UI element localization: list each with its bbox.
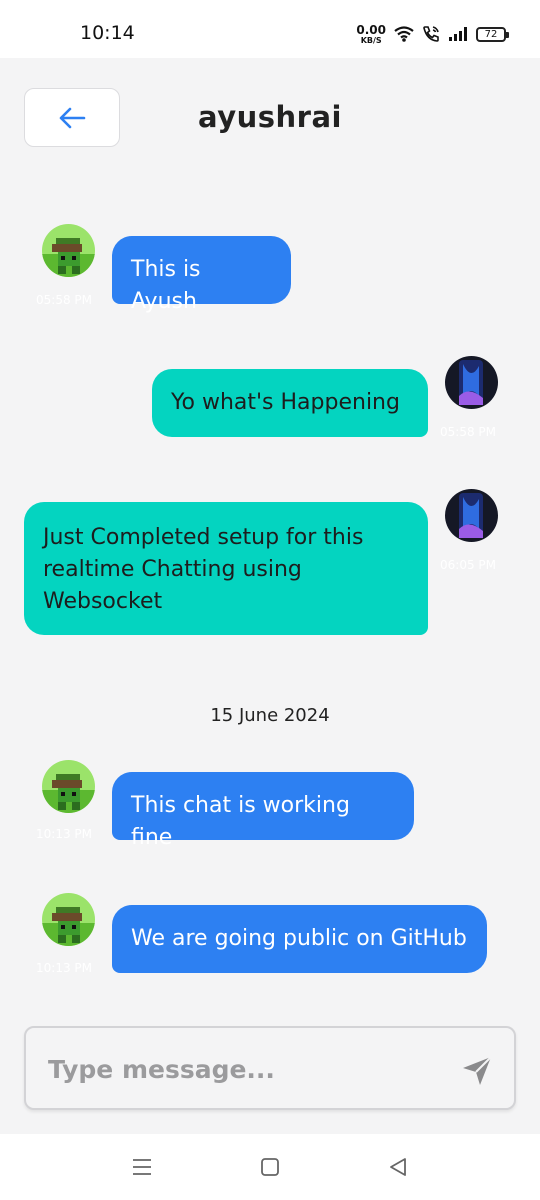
message-time: 10:13 PM (36, 827, 92, 841)
incoming-message-bubble[interactable]: This is Ayush (112, 236, 291, 314)
outgoing-message-bubble[interactable]: Just Completed setup for this realtime C… (24, 502, 428, 635)
contact-avatar[interactable] (42, 893, 95, 946)
back-triangle-icon[interactable] (387, 1156, 409, 1178)
outgoing-message-bubble[interactable]: Yo what's Happening (152, 369, 428, 437)
status-time: 10:14 (80, 22, 135, 44)
back-button[interactable] (24, 88, 120, 147)
contact-avatar[interactable] (42, 224, 95, 277)
message-time: 05:58 PM (36, 293, 92, 307)
incoming-message-bubble[interactable]: This chat is working fine (112, 772, 414, 850)
user-avatar[interactable] (445, 489, 498, 542)
status-bar: 10:14 0.00 KB/S 72 (0, 0, 540, 58)
message-time: 05:58 PM (440, 425, 496, 439)
status-icons: 0.00 KB/S 72 (356, 22, 509, 46)
user-avatar[interactable] (445, 356, 498, 409)
network-speed-value: 0.00 (356, 22, 386, 37)
arrow-left-icon (59, 107, 86, 128)
system-nav-bar (0, 1134, 540, 1200)
home-square-icon[interactable] (259, 1156, 281, 1178)
menu-icon[interactable] (131, 1156, 153, 1178)
message-composer (24, 1026, 516, 1110)
signal-icon (449, 27, 467, 41)
network-speed: 0.00 KB/S (356, 24, 386, 45)
wifi-icon (394, 26, 414, 42)
message-input[interactable] (48, 1046, 448, 1092)
battery-icon: 72 (476, 26, 509, 42)
message-time: 06:05 PM (440, 558, 496, 572)
wifi-calling-icon (423, 26, 439, 42)
network-speed-unit: KB/S (360, 35, 382, 45)
chat-title: ayushrai (198, 100, 342, 134)
contact-avatar[interactable] (42, 760, 95, 813)
message-time: 10:13 PM (36, 961, 92, 975)
incoming-message-bubble[interactable]: We are going public on GitHub (112, 905, 487, 973)
send-icon[interactable] (460, 1054, 494, 1088)
date-separator: 15 June 2024 (210, 705, 330, 726)
